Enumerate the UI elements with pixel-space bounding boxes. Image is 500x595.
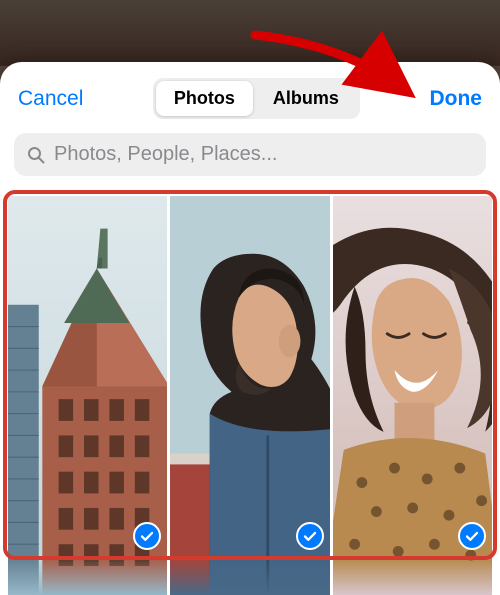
cancel-button[interactable]: Cancel bbox=[18, 87, 83, 111]
selection-check-icon bbox=[296, 522, 324, 550]
background-blur bbox=[0, 0, 500, 66]
segment-albums[interactable]: Albums bbox=[255, 81, 357, 116]
search-field[interactable] bbox=[14, 133, 486, 176]
selection-check-icon bbox=[458, 522, 486, 550]
photo-tile-1[interactable] bbox=[8, 196, 167, 595]
segment-photos[interactable]: Photos bbox=[156, 81, 253, 116]
photo-tile-3[interactable] bbox=[333, 196, 492, 595]
search-icon bbox=[26, 145, 46, 165]
photo-tile-2[interactable] bbox=[170, 196, 329, 595]
photo-grid bbox=[8, 196, 492, 595]
photo-picker-sheet: Cancel Photos Albums Done bbox=[0, 62, 500, 595]
view-segmented-control[interactable]: Photos Albums bbox=[153, 78, 360, 119]
search-input[interactable] bbox=[54, 143, 474, 166]
sheet-header: Cancel Photos Albums Done bbox=[0, 62, 500, 133]
done-button[interactable]: Done bbox=[429, 87, 482, 111]
next-row-peek bbox=[8, 559, 492, 595]
